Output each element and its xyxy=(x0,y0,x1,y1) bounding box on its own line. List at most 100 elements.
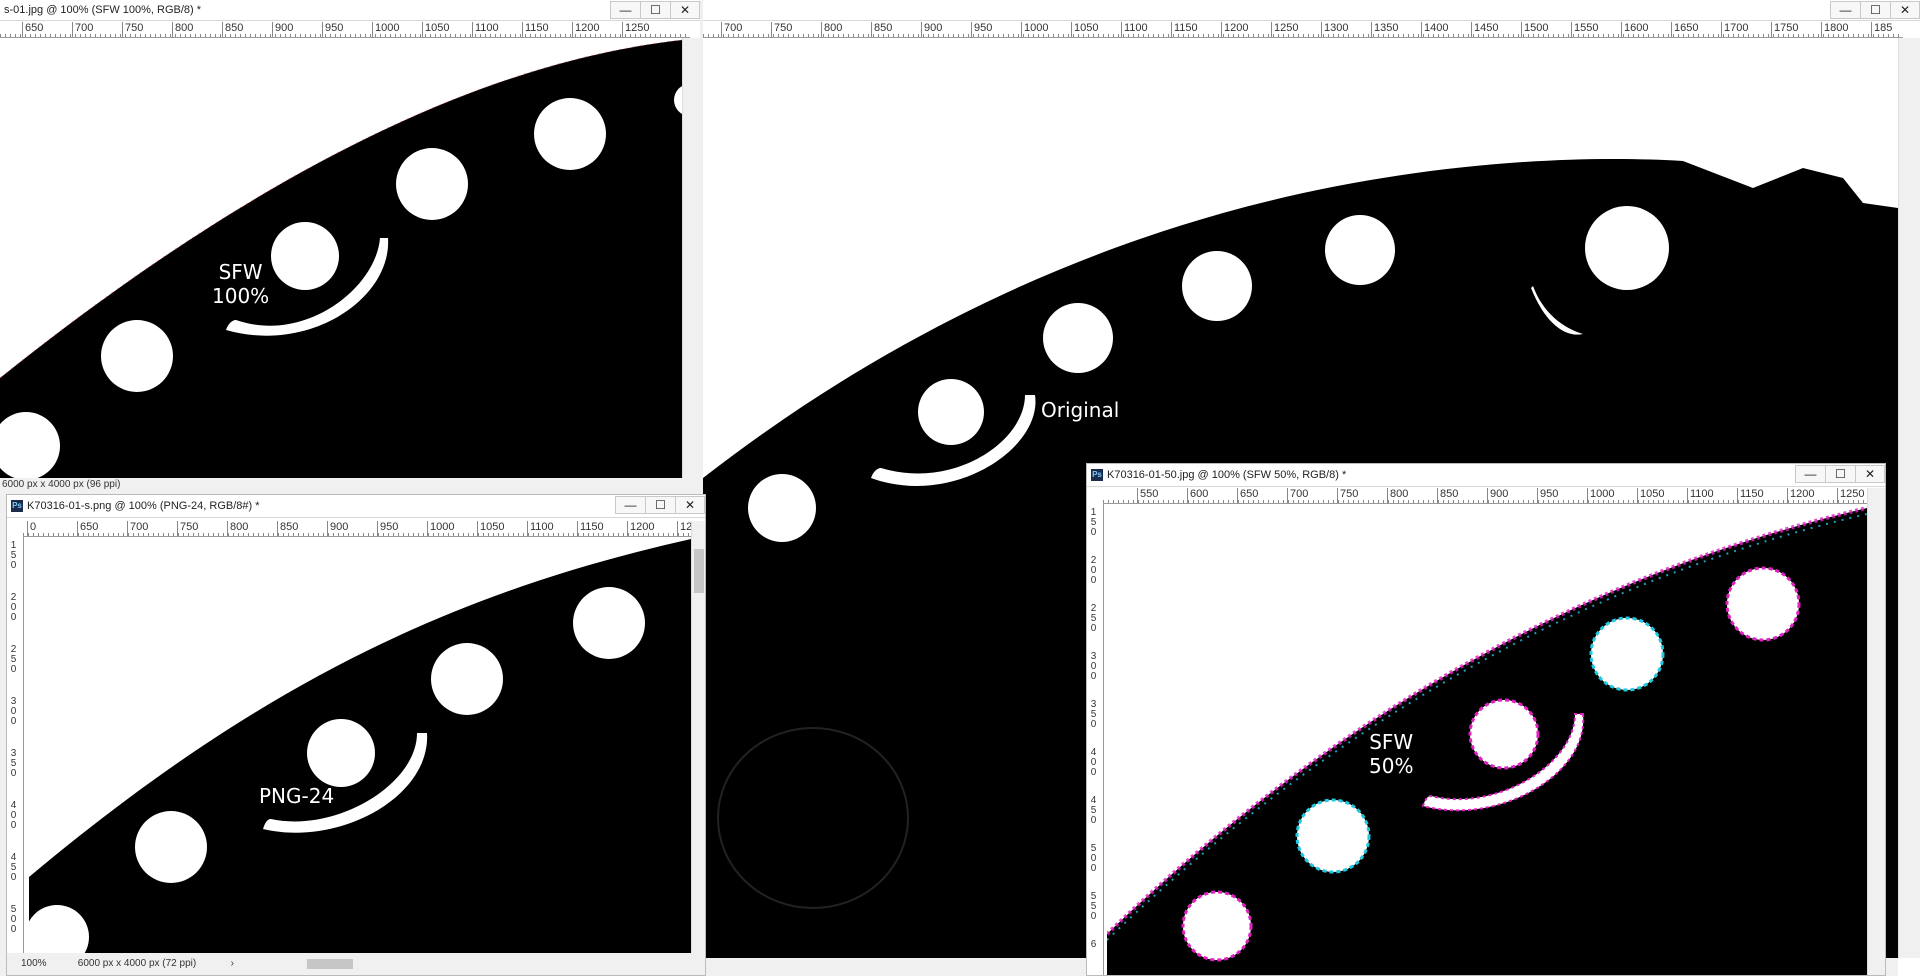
ruler-tick-label: 350 xyxy=(10,748,17,779)
close-button[interactable]: ✕ xyxy=(1855,465,1885,483)
ruler-tick-label: 750 xyxy=(122,22,172,37)
sfw100-canvas[interactable]: SFW 100% xyxy=(0,38,682,478)
sfw50-overlay-label: SFW 50% xyxy=(1369,730,1414,778)
ruler-tick-label: 750 xyxy=(771,22,821,37)
ruler-tick-label: 600 xyxy=(1187,488,1237,503)
ruler-tick-label: 1100 xyxy=(472,22,522,37)
ruler-tick-label: 550 xyxy=(1090,891,1097,922)
sfw100-doc-size: 6000 px x 4000 px (96 ppi) xyxy=(2,479,121,490)
ruler-tick-label: 200 xyxy=(10,592,17,623)
ruler-tick-label: 1000 xyxy=(427,521,477,536)
ruler-tick-label: 1100 xyxy=(1687,488,1737,503)
png24-vertical-scroll-thumb[interactable] xyxy=(694,549,704,593)
png24-horizontal-scrollbar[interactable] xyxy=(247,957,687,971)
sfw100-title: s-01.jpg @ 100% (SFW 100%, RGB/8) * xyxy=(4,4,202,16)
ruler-tick-label: 6 xyxy=(1090,939,1097,950)
png24-image xyxy=(29,537,691,953)
close-button[interactable]: ✕ xyxy=(670,1,700,19)
ruler-tick-label: 1450 xyxy=(1471,22,1521,37)
sfw50-horizontal-ruler: 550 600 650 700 750 800 850 900 950 1000 1050 1100 1… xyxy=(1103,488,1873,504)
ruler-tick-label: 400 xyxy=(1090,747,1097,778)
png24-canvas[interactable]: PNG-24 xyxy=(29,537,691,953)
png24-status-bar: 100% 6000 px x 4000 px (72 ppi) › xyxy=(7,953,705,975)
original-horizontal-ruler: 700 750 800 850 900 950 1000 1050 1100 1150 1200 12… xyxy=(703,22,1903,38)
zoom-level[interactable]: 100% xyxy=(7,953,59,975)
maximize-button[interactable]: ☐ xyxy=(640,1,670,19)
photoshop-icon: Ps xyxy=(1091,469,1103,482)
ruler-tick-label: 650 xyxy=(77,521,127,536)
sfw50-canvas[interactable]: SFW 50% xyxy=(1107,504,1867,975)
maximize-button[interactable]: ☐ xyxy=(645,496,675,514)
ruler-tick-label: 125 xyxy=(677,521,691,536)
sfw50-title: K70316-01-50.jpg @ 100% (SFW 50%, RGB/8)… xyxy=(1107,469,1347,481)
ruler-tick-label: 800 xyxy=(1387,488,1437,503)
ruler-tick-label: 1150 xyxy=(577,521,627,536)
sfw50-document-window[interactable]: Ps K70316-01-50.jpg @ 100% (SFW 50%, RGB/… xyxy=(1086,463,1886,976)
ruler-tick-label: 1500 xyxy=(1521,22,1571,37)
maximize-button[interactable]: ☐ xyxy=(1825,465,1855,483)
minimize-button[interactable]: — xyxy=(1830,1,1860,19)
png24-horizontal-scroll-thumb[interactable] xyxy=(307,959,353,969)
ruler-tick-label: 1750 xyxy=(1771,22,1821,37)
maximize-button[interactable]: ☐ xyxy=(1860,1,1890,19)
close-button[interactable]: ✕ xyxy=(675,496,705,514)
close-button[interactable]: ✕ xyxy=(1890,1,1920,19)
png24-title: K70316-01-s.png @ 100% (PNG-24, RGB/8#) … xyxy=(27,500,260,512)
ruler-tick-label: 250 xyxy=(1090,603,1097,634)
ruler-tick-label: 500 xyxy=(10,904,17,935)
status-arrow-icon[interactable]: › xyxy=(231,958,234,969)
ruler-tick-label: 150 xyxy=(1090,507,1097,538)
ruler-tick-label: 1550 xyxy=(1571,22,1621,37)
sfw100-document-window[interactable]: s-01.jpg @ 100% (SFW 100%, RGB/8) * — ☐ … xyxy=(0,0,700,494)
ruler-tick-label: 850 xyxy=(871,22,921,37)
ruler-tick-label: 1050 xyxy=(422,22,472,37)
ruler-tick-label: 550 xyxy=(1137,488,1187,503)
ruler-tick-label: 1650 xyxy=(1671,22,1721,37)
ruler-tick-label: 800 xyxy=(172,22,222,37)
png24-vertical-scrollbar[interactable] xyxy=(691,521,705,953)
png24-title-bar[interactable]: Ps K70316-01-s.png @ 100% (PNG-24, RGB/8#… xyxy=(7,495,705,518)
sfw100-vertical-scrollbar[interactable] xyxy=(682,38,700,478)
ruler-tick-label: 950 xyxy=(1537,488,1587,503)
ruler-tick-label: 1150 xyxy=(1737,488,1787,503)
ruler-tick-label: 650 xyxy=(1237,488,1287,503)
ruler-tick-label: 300 xyxy=(10,696,17,727)
original-ruler-labels: 700 750 800 850 900 950 1000 1050 1100 1150 1200 12… xyxy=(721,22,1903,37)
ruler-tick-label: 1200 xyxy=(1221,22,1271,37)
ruler-tick-label: 1350 xyxy=(1371,22,1421,37)
ruler-tick-label: 850 xyxy=(277,521,327,536)
ruler-tick-label: 1250 xyxy=(1271,22,1321,37)
png24-document-window[interactable]: Ps K70316-01-s.png @ 100% (PNG-24, RGB/8#… xyxy=(6,494,706,976)
ruler-tick-label: 1150 xyxy=(522,22,572,37)
sfw100-ruler-labels: 650 700 750 800 850 900 950 1000 1050 1100 1150 120… xyxy=(22,22,672,37)
sfw50-vertical-scrollbar[interactable] xyxy=(1867,488,1885,975)
sfw50-title-bar[interactable]: Ps K70316-01-50.jpg @ 100% (SFW 50%, RGB/… xyxy=(1087,464,1885,487)
ruler-tick-label: 185 xyxy=(1871,22,1903,37)
ruler-tick-label: 500 xyxy=(1090,843,1097,874)
ruler-tick-label: 900 xyxy=(327,521,377,536)
ruler-tick-label: 1200 xyxy=(1787,488,1837,503)
sfw100-title-bar[interactable]: s-01.jpg @ 100% (SFW 100%, RGB/8) * — ☐ … xyxy=(0,0,700,21)
ruler-tick-label: 400 xyxy=(10,800,17,831)
ruler-tick-label: 1150 xyxy=(1171,22,1221,37)
minimize-button[interactable]: — xyxy=(1795,465,1825,483)
ruler-tick-label: 900 xyxy=(921,22,971,37)
ruler-tick-label: 250 xyxy=(10,644,17,675)
ruler-tick-label: 700 xyxy=(72,22,122,37)
minimize-button[interactable]: — xyxy=(615,496,645,514)
ruler-tick-label: 800 xyxy=(821,22,871,37)
original-title-bar[interactable]: — ☐ ✕ xyxy=(703,0,1920,21)
ruler-tick-label: 700 xyxy=(721,22,771,37)
png24-overlay-label: PNG-24 xyxy=(259,784,335,808)
ruler-tick-label: 1400 xyxy=(1421,22,1471,37)
original-overlay-label: Original xyxy=(1041,398,1120,422)
ruler-tick-label: 0 xyxy=(27,521,77,536)
minimize-button[interactable]: — xyxy=(610,1,640,19)
ruler-tick-label: 1200 xyxy=(572,22,622,37)
ruler-tick-label: 1600 xyxy=(1621,22,1671,37)
ruler-tick-label: 1000 xyxy=(1021,22,1071,37)
ruler-tick-label: 450 xyxy=(10,852,17,883)
ruler-tick-label: 1250 xyxy=(622,22,672,37)
png24-doc-size: 6000 px x 4000 px (72 ppi) xyxy=(77,958,197,969)
original-vertical-scrollbar[interactable] xyxy=(1898,38,1920,958)
